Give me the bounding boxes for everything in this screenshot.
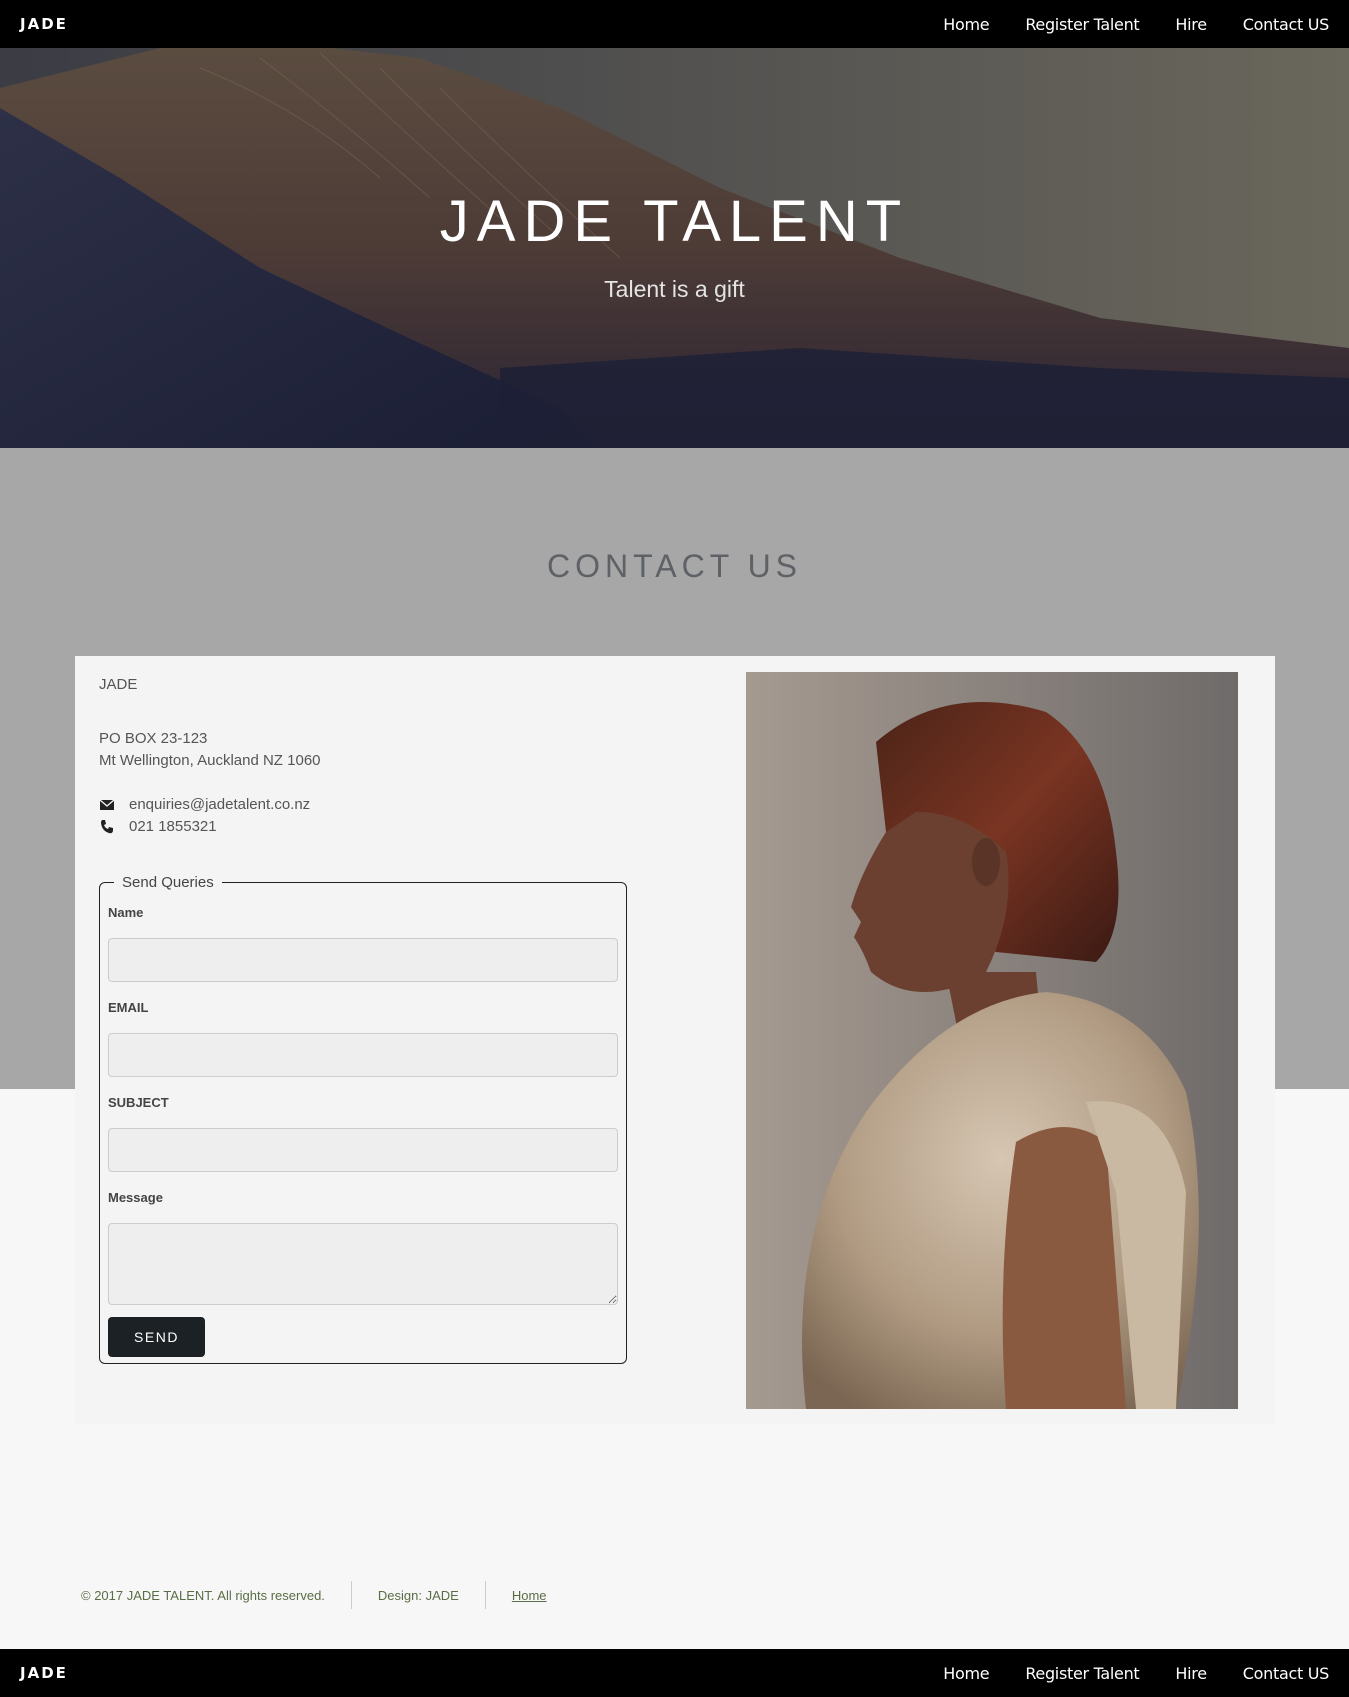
- name-label: Name: [108, 905, 144, 920]
- address-line-2: Mt Wellington, Auckland NZ 1060: [99, 752, 321, 769]
- postal-address: PO BOX 23-123 Mt Wellington, Auckland NZ…: [99, 728, 321, 772]
- brand-logo[interactable]: JADE: [20, 1664, 68, 1682]
- address-line-1: PO BOX 23-123: [99, 730, 208, 747]
- model-photo: [746, 672, 1238, 1409]
- nav-register-talent[interactable]: Register Talent: [1025, 1664, 1139, 1683]
- phone-row: 021 1855321: [99, 816, 321, 838]
- nav-hire[interactable]: Hire: [1175, 15, 1207, 34]
- nav-home[interactable]: Home: [943, 15, 989, 34]
- form-legend: Send Queries: [122, 874, 214, 891]
- company-name: JADE: [99, 676, 138, 693]
- bottom-nav-menu: Home Register Talent Hire Contact US: [943, 1664, 1329, 1683]
- contact-heading: CONTACT US: [546, 548, 803, 584]
- nav-contact-us[interactable]: Contact US: [1243, 1664, 1330, 1683]
- contact-info: JADE PO BOX 23-123 Mt Wellington, Auckla…: [99, 674, 321, 838]
- phone-number[interactable]: 021 1855321: [129, 816, 217, 838]
- bottom-navbar: JADE Home Register Talent Hire Contact U…: [0, 1649, 1349, 1697]
- top-navbar: JADE Home Register Talent Hire Contact U…: [0, 0, 1349, 48]
- email-label: EMAIL: [108, 1000, 149, 1015]
- send-queries-form: Send Queries Name EMAIL SUBJECT Message …: [99, 874, 627, 1364]
- footer-row: © 2017 JADE TALENT. All rights reserved.…: [81, 1581, 573, 1609]
- hero-subtitle: Talent is a gift: [604, 276, 745, 302]
- hero-title: JADE TALENT: [439, 189, 910, 254]
- contact-card: JADE PO BOX 23-123 Mt Wellington, Auckla…: [75, 656, 1275, 1424]
- name-input[interactable]: [108, 938, 618, 982]
- footer-home-link[interactable]: Home: [486, 1588, 573, 1603]
- hero-banner: JADE TALENT Talent is a gift: [0, 48, 1349, 448]
- nav-home[interactable]: Home: [943, 1664, 989, 1683]
- envelope-icon: [99, 797, 115, 813]
- subject-input[interactable]: [108, 1128, 618, 1172]
- footer: © 2017 JADE TALENT. All rights reserved.…: [0, 1489, 1349, 1649]
- email-row: enquiries@jadetalent.co.nz: [99, 794, 321, 816]
- nav-contact-us[interactable]: Contact US: [1243, 15, 1330, 34]
- nav-hire[interactable]: Hire: [1175, 1664, 1207, 1683]
- brand-logo[interactable]: JADE: [20, 15, 68, 33]
- nav-register-talent[interactable]: Register Talent: [1025, 15, 1139, 34]
- subject-label: SUBJECT: [108, 1095, 169, 1110]
- copyright-text: © 2017 JADE TALENT. All rights reserved.: [81, 1587, 325, 1603]
- message-textarea[interactable]: [108, 1223, 618, 1305]
- phone-icon: [99, 819, 115, 835]
- email-address[interactable]: enquiries@jadetalent.co.nz: [129, 794, 310, 816]
- top-nav-menu: Home Register Talent Hire Contact US: [943, 15, 1329, 34]
- message-label: Message: [108, 1190, 163, 1205]
- email-input[interactable]: [108, 1033, 618, 1077]
- design-credit: Design: JADE: [377, 1587, 459, 1603]
- send-button[interactable]: SEND: [108, 1317, 205, 1357]
